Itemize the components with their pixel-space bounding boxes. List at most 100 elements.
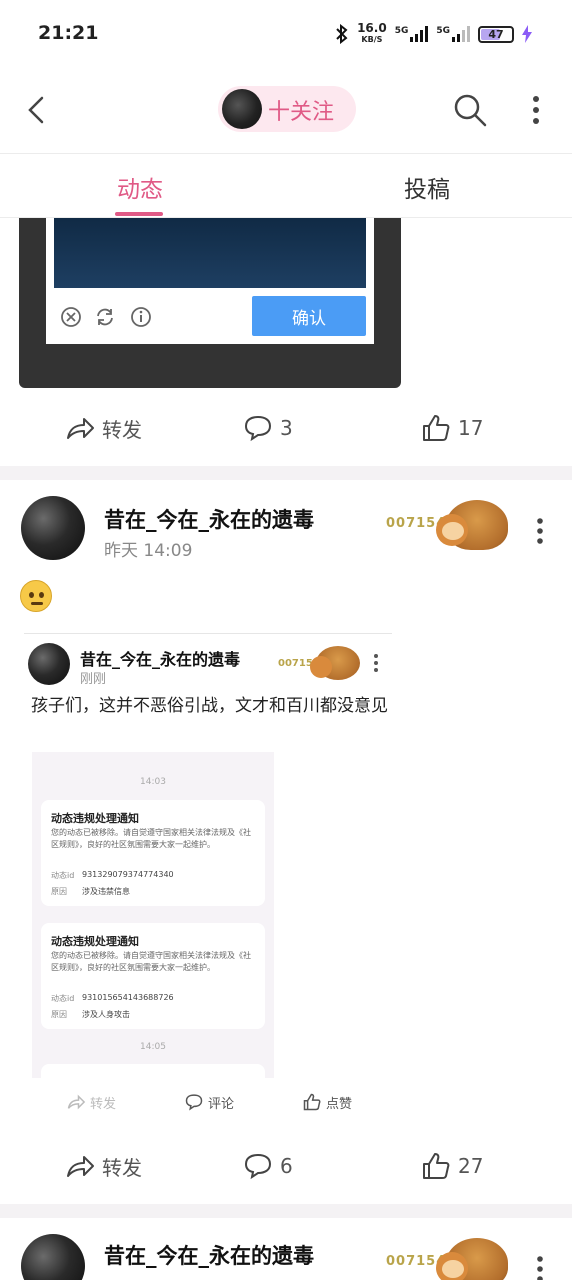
comment-count: 3 <box>280 416 293 440</box>
repost-author-name[interactable]: 昔在_今在_永在的遗毒 <box>80 646 240 670</box>
post-time: 昨天 14:09 <box>104 541 193 561</box>
author-avatar[interactable] <box>21 496 85 560</box>
comment-icon <box>244 415 272 442</box>
notice-reason-value: 涉及人身攻击 <box>82 1010 130 1019</box>
net-speed-value: 16.0 <box>357 21 387 35</box>
comment-icon <box>185 1094 203 1111</box>
raised-eyebrow-emoji-icon <box>20 580 52 612</box>
share-icon <box>67 1094 86 1110</box>
repost-time: 刚刚 <box>80 672 107 687</box>
repost-more-icon[interactable] <box>370 652 382 674</box>
status-icons: 16.0 KB/S 5G 5G 47 <box>335 20 532 48</box>
mini-repost-button[interactable]: 转发 <box>66 1092 116 1112</box>
comment-count: 6 <box>280 1154 293 1178</box>
notice-title: 动态违规处理通知 <box>51 812 139 825</box>
repost-label: 转发 <box>102 417 142 442</box>
repost-text: 孩子们，这并不恶俗引战，文才和百川都没意见 <box>31 696 388 716</box>
mini-comment-label: 评论 <box>208 1096 235 1112</box>
author-name[interactable]: 昔在_今在_永在的遗毒 <box>104 504 314 534</box>
comment-icon <box>244 1153 272 1180</box>
section-divider <box>0 466 572 480</box>
screenshot-timestamp: 14:03 <box>140 777 166 787</box>
mini-like-label: 点赞 <box>326 1096 353 1112</box>
repost-mini-actions: 转发 评论 点赞 <box>0 1090 400 1116</box>
back-arrow-icon[interactable] <box>22 92 50 128</box>
comment-button[interactable]: 3 <box>242 412 293 444</box>
share-icon <box>67 1156 94 1177</box>
battery-level: 47 <box>488 27 504 41</box>
repost-button[interactable]: 转发 <box>64 1150 142 1182</box>
signal-bars-icon <box>410 26 429 42</box>
app-screen: 21:21 16.0 KB/S 5G 5G 47 十关注 动态 投稿 确认 转发… <box>0 0 572 1280</box>
notice-title: 动态违规处理通知 <box>51 935 139 948</box>
follow-button[interactable]: 十关注 <box>218 86 356 132</box>
like-count: 27 <box>458 1154 484 1178</box>
repost-divider <box>24 633 392 634</box>
tab-dynamics[interactable]: 动态 <box>117 170 163 204</box>
thumbs-up-icon <box>423 1153 450 1179</box>
monkey-icon <box>310 656 332 678</box>
status-time: 21:21 <box>38 22 99 44</box>
tab-submissions[interactable]: 投稿 <box>404 170 450 204</box>
repost-author-avatar[interactable] <box>28 643 70 685</box>
notice-id-key: 动态id <box>51 871 75 880</box>
section-divider <box>0 1204 572 1218</box>
search-icon[interactable] <box>452 92 488 128</box>
notice-body: 您的动态已被移除。请自觉遵守国家相关法律法规及《社区规则》，良好的社区氛围需要大… <box>51 951 251 972</box>
captcha-confirm-button: 确认 <box>252 296 366 336</box>
mini-like-button[interactable]: 点赞 <box>302 1092 352 1112</box>
notice-body: 您的动态已被移除。请自觉遵守国家相关法律法规及《社区规则》，良好的社区氛围需要大… <box>51 828 251 849</box>
fan-badge[interactable]: 007154 <box>384 494 510 560</box>
top-card-actions: 转发 3 17 <box>0 400 572 456</box>
notice-id-value: 931329079374774340 <box>82 870 174 879</box>
info-icon <box>131 307 151 327</box>
tab-bar: 动态 投稿 <box>0 154 572 218</box>
charging-icon <box>522 25 532 43</box>
post-more-icon[interactable] <box>532 1254 548 1280</box>
net-speed: 16.0 KB/S <box>357 21 387 45</box>
notice-id-key: 动态id <box>51 994 75 1003</box>
notice-reason-key: 原因 <box>51 1010 67 1019</box>
status-bar: 21:21 16.0 KB/S 5G 5G 47 <box>0 0 572 68</box>
violation-notice: 动态违规处理通知 您的动态已被移除。请自觉遵守国家相关法律法规及《社区规则》，良… <box>41 923 265 1029</box>
signal-2: 5G <box>436 26 470 42</box>
violation-notice: 动态违规处理通知 您的动态已被移除。请自觉遵守国家相关法律法规及《社区规则》，良… <box>41 800 265 906</box>
repost-fan-badge[interactable]: 007154 <box>276 642 362 686</box>
thumbs-up-icon <box>303 1093 321 1111</box>
mini-comment-button[interactable]: 评论 <box>184 1092 234 1112</box>
like-button[interactable]: 27 <box>420 1150 483 1182</box>
top-header: 十关注 <box>0 68 572 154</box>
repost-label: 转发 <box>102 1155 142 1180</box>
repost-button[interactable]: 转发 <box>64 412 142 444</box>
monkey-face <box>442 1260 464 1278</box>
notice-id-value: 931015654143688726 <box>82 993 174 1002</box>
like-button[interactable]: 17 <box>420 412 483 444</box>
battery-icon: 47 <box>478 25 514 43</box>
comment-button[interactable]: 6 <box>242 1150 293 1182</box>
captcha-image <box>54 218 366 288</box>
captcha-widget: 确认 <box>46 218 374 344</box>
signal-2-label: 5G <box>436 26 450 36</box>
bluetooth-icon <box>336 24 348 44</box>
like-count: 17 <box>458 416 484 440</box>
notice-reason-key: 原因 <box>51 887 67 896</box>
signal-1-label: 5G <box>394 26 409 36</box>
notice-reason-value: 涉及违禁信息 <box>82 887 130 896</box>
avatar <box>222 89 262 129</box>
close-circle-icon <box>61 307 81 327</box>
author-name[interactable]: 昔在_今在_永在的遗毒 <box>104 1240 314 1270</box>
post-screenshot-image[interactable]: 14:03 动态违规处理通知 您的动态已被移除。请自觉遵守国家相关法律法规及《社… <box>32 752 274 1078</box>
violation-notice-partial <box>41 1064 265 1078</box>
net-speed-unit: KB/S <box>361 35 383 44</box>
thumbs-up-icon <box>423 415 450 441</box>
monkey-face <box>442 522 464 540</box>
post-actions: 转发 6 27 <box>0 1138 572 1194</box>
mini-repost-label: 转发 <box>90 1096 117 1112</box>
screenshot-timestamp: 14:05 <box>140 1042 166 1052</box>
fan-badge[interactable]: 007154 <box>384 1232 510 1280</box>
post-more-icon[interactable] <box>532 516 548 546</box>
more-options-icon[interactable] <box>526 94 546 126</box>
author-avatar[interactable] <box>21 1234 85 1280</box>
follow-label: 十关注 <box>268 100 335 125</box>
active-tab-indicator <box>115 212 163 216</box>
